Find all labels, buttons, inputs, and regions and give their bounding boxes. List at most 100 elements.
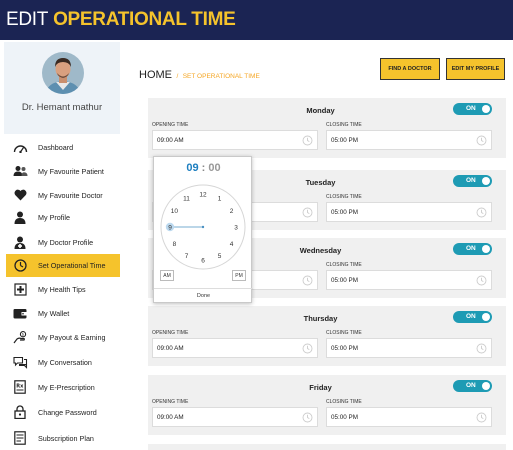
doctor-icon (12, 234, 28, 250)
day-toggle[interactable]: ON (453, 311, 492, 323)
closing-time-label: CLOSING TIME (326, 399, 362, 405)
day-name: Thursday (303, 314, 338, 323)
clock-hour-7[interactable]: 7 (185, 253, 189, 260)
clock-hour-8[interactable]: 8 (173, 241, 177, 248)
day-row-thursday: Thursday ON OPENING TIME CLOSING TIME 09… (148, 306, 506, 366)
breadcrumb: HOME / SET OPERATIONAL TIME (139, 65, 260, 83)
closing-time-value: 05:00 PM (331, 208, 358, 216)
time-picker-minutes[interactable]: 00 (208, 162, 220, 174)
sidebar-item-payout[interactable]: $ My Payout & Earning (6, 327, 120, 347)
clock-icon (302, 275, 313, 286)
prescription-icon: Rx (12, 379, 28, 395)
sidebar-item-wallet[interactable]: My Wallet (6, 303, 120, 323)
sidebar-item-favourite-doctor[interactable]: My Favourite Doctor (6, 185, 120, 205)
clock-hour-10[interactable]: 10 (171, 208, 179, 215)
sidebar-item-doctor-profile[interactable]: My Doctor Profile (6, 232, 120, 252)
find-doctor-button[interactable]: FIND A DOCTOR (380, 58, 440, 80)
closing-time-value: 05:00 PM (331, 344, 358, 352)
sidebar-item-dashboard[interactable]: Dashboard (6, 137, 120, 157)
closing-time-label: CLOSING TIME (326, 122, 362, 128)
opening-time-label: OPENING TIME (152, 122, 189, 128)
closing-time-label: CLOSING TIME (326, 262, 362, 268)
clock-hour-6[interactable]: 6 (201, 257, 205, 264)
sidebar-item-label: Change Password (38, 407, 97, 417)
sidebar-item-label: My Payout & Earning (38, 332, 106, 342)
breadcrumb-home[interactable]: HOME (139, 69, 172, 81)
sidebar-item-e-prescription[interactable]: Rx My E-Prescription (6, 377, 120, 397)
clock-hour-3[interactable]: 3 (234, 224, 238, 231)
closing-time-field[interactable]: 05:00 PM (326, 202, 492, 222)
heart-icon (12, 187, 28, 203)
wallet-icon (12, 305, 28, 321)
day-name: Friday (309, 383, 332, 392)
clock-hour-1[interactable]: 1 (218, 196, 222, 203)
day-name: Monday (306, 106, 335, 115)
clock-hour-11[interactable]: 11 (183, 196, 190, 203)
pm-button[interactable]: PM (232, 270, 246, 281)
clock-icon (476, 207, 487, 218)
opening-time-field[interactable]: 09:00 AM (152, 338, 318, 358)
day-row-monday: Monday ON OPENING TIME CLOSING TIME 09:0… (148, 98, 506, 158)
clock-dial[interactable]: 121234567891011 (160, 184, 246, 270)
am-button[interactable]: AM (160, 270, 174, 281)
toggle-label: ON (466, 382, 476, 389)
day-row-friday: Friday ON OPENING TIME CLOSING TIME 09:0… (148, 375, 506, 435)
day-toggle[interactable]: ON (453, 243, 492, 255)
page-header: EDIT OPERATIONAL TIME (0, 0, 513, 40)
svg-text:Rx: Rx (16, 384, 24, 390)
sidebar-item-favourite-patient[interactable]: My Favourite Patient (6, 161, 120, 181)
sidebar-item-label: Dashboard (38, 142, 74, 152)
clock-hour-9[interactable]: 9 (168, 224, 172, 231)
sidebar-item-label: My Favourite Doctor (38, 190, 103, 200)
sidebar-item-label: Subscription Plan (38, 433, 94, 443)
sidebar-item-profile[interactable]: My Profile (6, 207, 120, 227)
closing-time-field[interactable]: 05:00 PM (326, 270, 492, 290)
page-title-prefix: EDIT (6, 9, 49, 30)
closing-time-value: 05:00 PM (331, 136, 358, 144)
user-icon (12, 209, 28, 225)
opening-time-label: OPENING TIME (152, 399, 189, 405)
toggle-label: ON (466, 177, 476, 184)
chat-icon (12, 354, 28, 370)
clock-hour-4[interactable]: 4 (230, 241, 234, 248)
toggle-knob (482, 382, 490, 390)
closing-time-field[interactable]: 05:00 PM (326, 130, 492, 150)
opening-time-value: 09:00 AM (157, 413, 184, 421)
day-toggle[interactable]: ON (453, 103, 492, 115)
sidebar-item-label: My Doctor Profile (38, 237, 94, 247)
closing-time-label: CLOSING TIME (326, 194, 362, 200)
clock-hour-12[interactable]: 12 (199, 191, 207, 198)
toggle-knob (482, 105, 490, 113)
sidebar-item-health-tips[interactable]: My Health Tips (6, 279, 120, 299)
clock-center (201, 225, 205, 229)
time-picker-separator: : (201, 162, 206, 174)
done-button[interactable]: Done (154, 288, 253, 304)
closing-time-field[interactable]: 05:00 PM (326, 407, 492, 427)
sidebar-item-change-password[interactable]: Change Password (6, 402, 120, 422)
opening-time-value: 09:00 AM (157, 136, 184, 144)
edit-profile-button[interactable]: EDIT MY PROFILE (446, 58, 505, 80)
toggle-label: ON (466, 105, 476, 112)
day-toggle[interactable]: ON (453, 175, 492, 187)
time-picker-hours[interactable]: 09 (186, 162, 198, 174)
opening-time-value: 09:00 AM (157, 344, 184, 352)
opening-time-field[interactable]: 09:00 AM (152, 407, 318, 427)
clock-hour-2[interactable]: 2 (230, 208, 234, 215)
sidebar-item-conversation[interactable]: My Conversation (6, 352, 120, 372)
sidebar-item-operational-time[interactable]: Set Operational Time (6, 254, 120, 277)
clock-icon (476, 275, 487, 286)
time-picker[interactable]: 09 : 00 12 1 2 3 4 5 6 7 8 9 10 11 AM PM Done (153, 156, 253, 304)
clock-hour-5[interactable]: 5 (218, 253, 222, 260)
closing-time-value: 05:00 PM (331, 276, 358, 284)
sidebar-item-subscription[interactable]: Subscription Plan (6, 428, 120, 448)
clock-icon (476, 343, 487, 354)
clock-icon (302, 135, 313, 146)
clock-icon (302, 412, 313, 423)
clock-icon (476, 135, 487, 146)
health-tips-icon (12, 281, 28, 297)
day-toggle[interactable]: ON (453, 380, 492, 392)
opening-time-field[interactable]: 09:00 AM (152, 130, 318, 150)
doctor-name: Dr. Hemant mathur (21, 102, 103, 113)
clock-icon (302, 343, 313, 354)
closing-time-field[interactable]: 05:00 PM (326, 338, 492, 358)
